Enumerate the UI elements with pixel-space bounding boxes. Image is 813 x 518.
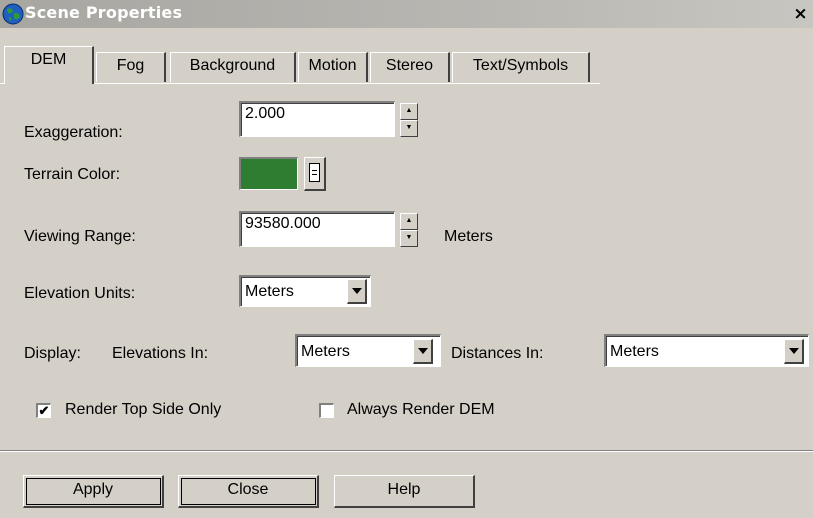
divider: [0, 451, 813, 452]
tab-label: Motion: [308, 57, 357, 74]
chevron-down-icon[interactable]: [784, 339, 804, 364]
spin-down-button[interactable]: ▼: [400, 120, 418, 137]
distances-in-select[interactable]: Meters: [604, 334, 809, 367]
terrain-color-label: Terrain Color:: [24, 166, 121, 183]
chevron-down-icon[interactable]: [347, 279, 367, 304]
close-button[interactable]: Close: [178, 475, 319, 508]
close-window-button[interactable]: ×: [790, 4, 811, 24]
tab-dem[interactable]: DEM: [4, 46, 94, 84]
always-render-dem-checkbox[interactable]: [319, 403, 334, 418]
viewing-range-unit: Meters: [444, 228, 493, 245]
spin-up-button[interactable]: ▲: [400, 103, 418, 120]
close-label: Close: [227, 481, 269, 498]
spin-down-button[interactable]: ▼: [400, 230, 418, 247]
viewing-range-spinner: ▲ ▼: [400, 213, 418, 247]
elevation-units-value: Meters: [245, 283, 294, 300]
exaggeration-label: Exaggeration:: [24, 124, 123, 141]
render-top-side-only-label: Render Top Side Only: [65, 401, 222, 418]
elevations-in-value: Meters: [301, 343, 350, 360]
tab-label: Background: [189, 57, 276, 74]
distances-in-label: Distances In:: [451, 345, 544, 362]
display-label: Display:: [24, 345, 81, 362]
spin-up-button[interactable]: ▲: [400, 213, 418, 230]
palette-icon: [309, 163, 320, 182]
chevron-down-icon[interactable]: [413, 339, 433, 364]
elevation-units-label: Elevation Units:: [24, 285, 136, 302]
title-bar: Scene Properties ×: [0, 0, 813, 28]
exaggeration-input[interactable]: 2.000: [239, 101, 395, 137]
apply-button[interactable]: Apply: [23, 475, 164, 508]
tab-label: Stereo: [385, 57, 434, 74]
apply-label: Apply: [72, 481, 114, 498]
color-picker-button[interactable]: [304, 157, 326, 191]
tab-label: DEM: [30, 51, 67, 68]
distances-in-value: Meters: [610, 343, 659, 360]
tab-label: Text/Symbols: [472, 57, 569, 74]
tab-background[interactable]: Background: [170, 52, 296, 82]
tab-fog[interactable]: Fog: [96, 52, 166, 82]
help-button[interactable]: Help: [334, 475, 475, 508]
tab-stereo[interactable]: Stereo: [370, 52, 450, 82]
terrain-color-swatch[interactable]: [239, 157, 298, 190]
tab-motion[interactable]: Motion: [298, 52, 368, 82]
help-label: Help: [387, 481, 421, 498]
exaggeration-spinner: ▲ ▼: [400, 103, 418, 137]
always-render-dem-label: Always Render DEM: [347, 401, 495, 418]
window-title: Scene Properties: [25, 3, 183, 22]
globe-icon: [2, 3, 24, 25]
render-top-side-only-checkbox[interactable]: ✔: [36, 403, 51, 418]
viewing-range-label: Viewing Range:: [24, 228, 136, 245]
tab-text-symbols[interactable]: Text/Symbols: [452, 52, 590, 82]
tab-label: Fog: [116, 57, 145, 74]
viewing-range-input[interactable]: 93580.000: [239, 211, 395, 247]
elevations-in-label: Elevations In:: [112, 345, 209, 362]
